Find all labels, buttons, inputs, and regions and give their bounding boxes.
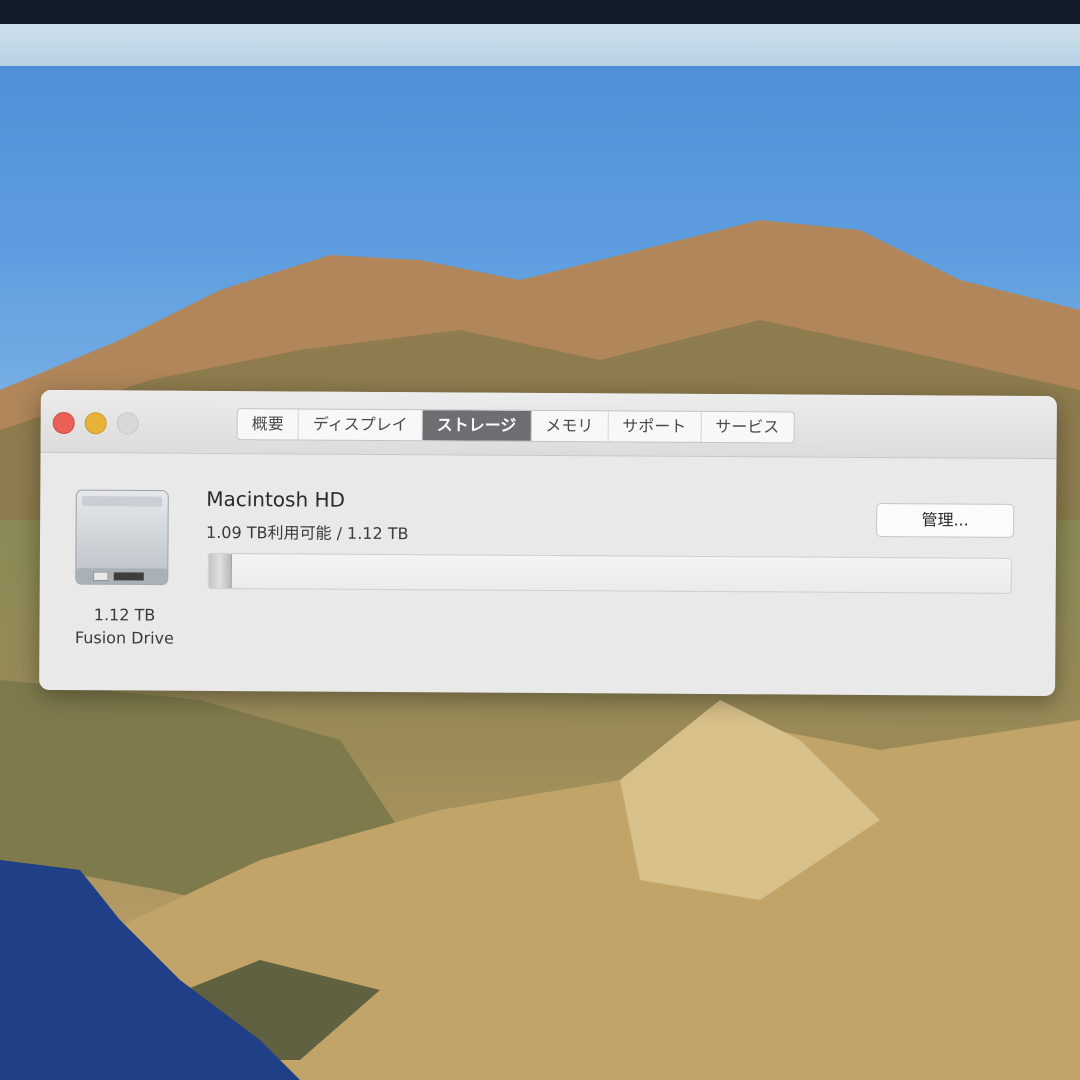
storage-usage-fill (208, 553, 232, 589)
volume-name: Macintosh HD (206, 486, 346, 512)
close-button[interactable] (52, 411, 75, 435)
disk-capacity: 1.12 TB (93, 605, 156, 625)
tab-displays[interactable]: ディスプレイ (298, 409, 423, 441)
volume-availability: 1.09 TB利用可能 / 1.12 TB (206, 522, 409, 544)
about-this-mac-window: 概要 ディスプレイ ストレージ メモリ サポート サービス 1.12 TB Fu… (39, 389, 1057, 697)
tab-overview[interactable]: 概要 (237, 409, 299, 440)
tab-memory[interactable]: メモリ (531, 410, 609, 442)
hard-drive-icon (75, 489, 169, 586)
menu-bar (0, 24, 1080, 66)
disk-type: Fusion Drive (74, 628, 174, 648)
screen-bezel (0, 0, 1080, 24)
tab-bar: 概要 ディスプレイ ストレージ メモリ サポート サービス (236, 408, 795, 444)
desktop-sea (0, 860, 300, 1080)
manage-button[interactable]: 管理... (876, 503, 1015, 538)
tab-service[interactable]: サービス (701, 412, 793, 443)
tab-storage[interactable]: ストレージ (422, 410, 532, 441)
tab-support[interactable]: サポート (608, 411, 702, 442)
window-titlebar: 概要 ディスプレイ ストレージ メモリ サポート サービス (40, 389, 1057, 460)
storage-usage-bar (207, 552, 1012, 594)
zoom-button[interactable] (116, 412, 139, 435)
minimize-button[interactable] (84, 412, 107, 435)
